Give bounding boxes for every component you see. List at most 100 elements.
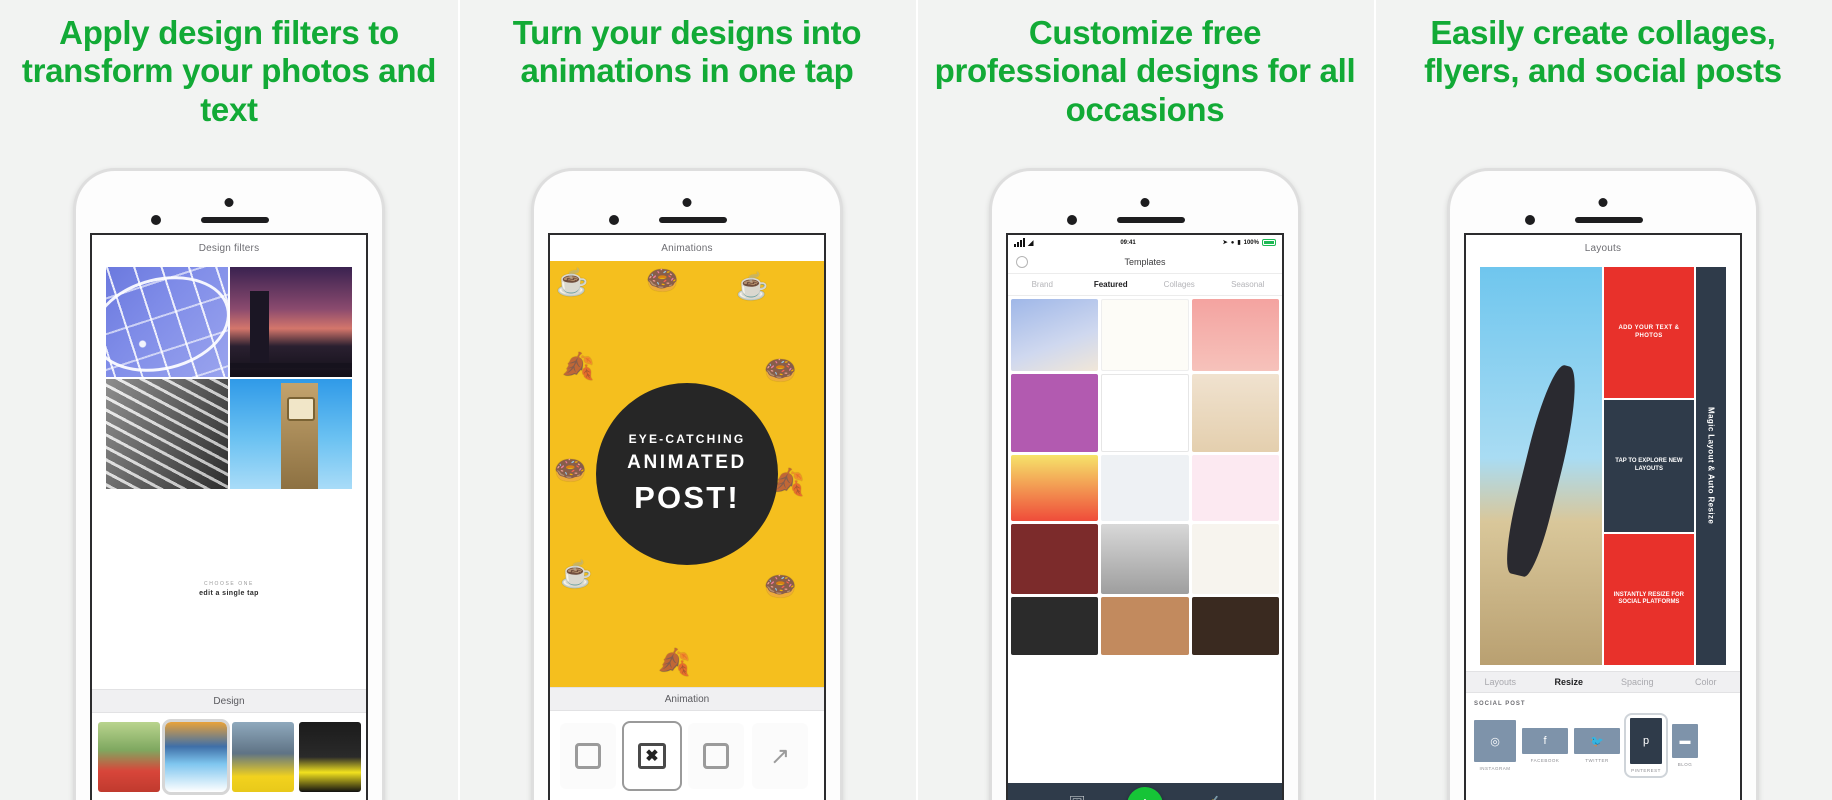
volume-down-button[interactable]	[1447, 423, 1448, 467]
template-card[interactable]	[1191, 524, 1279, 594]
wifi-icon: ◢	[1028, 239, 1034, 247]
leaf-doodle-icon: 🍂	[658, 647, 691, 677]
tabbar-item-my-posts[interactable]: ✍ My Posts	[1202, 795, 1227, 800]
text-block-1[interactable]: ADD YOUR TEXT & PHOTOS	[1603, 267, 1694, 399]
volume-up-button[interactable]	[1447, 367, 1448, 411]
template-card[interactable]	[1101, 597, 1189, 655]
social-option-twitter[interactable]: 🐦 TWITTER	[1574, 728, 1620, 763]
tabbar-item-templates[interactable]: 🖼 Templates	[1063, 795, 1090, 800]
tab-seasonal[interactable]: Seasonal	[1214, 280, 1283, 289]
template-card[interactable]	[1101, 455, 1189, 521]
animation-option-rise[interactable]	[560, 723, 616, 789]
status-time: 09:41	[1120, 239, 1136, 246]
social-option-blog[interactable]: ▬ BLOG	[1672, 724, 1698, 767]
mute-switch[interactable]	[989, 321, 990, 347]
photo-london-eye[interactable]	[106, 267, 228, 377]
template-card[interactable]	[1101, 299, 1189, 371]
volume-up-button[interactable]	[531, 367, 532, 411]
filter-thumb-neon[interactable]	[299, 722, 361, 792]
animated-poster-canvas[interactable]: ☕ 🍩 ☕ 🍂 🍩 🍩 🍂 ☕ 🍩 🍂 EYE-CATCHING ANIMATE…	[550, 261, 824, 687]
proximity-sensor-icon	[1525, 215, 1535, 225]
template-card[interactable]	[1191, 374, 1279, 452]
nav-title: Design filters	[92, 235, 366, 261]
front-camera-icon	[1140, 198, 1150, 207]
template-card[interactable]	[1011, 374, 1099, 452]
proximity-sensor-icon	[151, 215, 161, 225]
nav-bar: Templates	[1008, 250, 1282, 274]
tab-collages[interactable]: Collages	[1145, 280, 1214, 289]
filter-thumb-landscape[interactable]	[162, 719, 230, 795]
phone-screen-3: ◢ 09:41 ➤ ● ▮ 100% Templates Brand Featu…	[1006, 233, 1284, 800]
social-option-facebook[interactable]: f FACEBOOK	[1522, 728, 1568, 763]
mute-switch[interactable]	[73, 321, 74, 347]
collage-caption[interactable]: CHOOSE ONE edit a single tap	[106, 489, 352, 689]
nav-title: Templates	[1124, 256, 1166, 267]
template-card[interactable]	[1011, 524, 1099, 594]
panel-design-filters: Apply design filters to transform your p…	[0, 0, 458, 800]
photo-escalator[interactable]	[106, 379, 228, 489]
layout-artboard[interactable]: ADD YOUR TEXT & PHOTOS TAP TO EXPLORE NE…	[1480, 267, 1726, 665]
tab-brand[interactable]: Brand	[1008, 280, 1077, 289]
tab-resize[interactable]: Resize	[1535, 677, 1604, 687]
square-icon	[575, 743, 601, 769]
text-block-2[interactable]: TAP TO EXPLORE NEW LAYOUTS	[1603, 400, 1694, 532]
tab-color[interactable]: Color	[1672, 677, 1741, 687]
animation-option-pop[interactable]: ↗	[752, 723, 808, 789]
gear-icon[interactable]	[1016, 255, 1028, 268]
category-tabs[interactable]: Brand Featured Collages Seasonal	[1008, 274, 1282, 296]
photo-handstand[interactable]	[1480, 267, 1602, 665]
caption-bold: edit a single tap	[199, 590, 259, 597]
photo-tower-bridge[interactable]	[230, 267, 352, 377]
filter-thumb-food[interactable]	[98, 722, 160, 792]
filter-thumbnail-strip[interactable]	[92, 713, 366, 800]
croissant-doodle-icon: 🍩	[646, 265, 679, 295]
template-card[interactable]	[1191, 597, 1279, 655]
template-card[interactable]	[1011, 299, 1099, 371]
filter-thumb-street[interactable]	[232, 722, 294, 792]
template-card[interactable]	[1191, 455, 1279, 521]
volume-up-button[interactable]	[73, 367, 74, 411]
layout-tabs[interactable]: Layouts Resize Spacing Color	[1466, 671, 1740, 693]
template-card[interactable]	[1191, 299, 1279, 371]
earpiece-speaker-icon	[201, 217, 269, 223]
croissant-doodle-icon: 🍩	[554, 455, 587, 485]
vertical-title-bar[interactable]: Magic Layout & Auto Resize	[1696, 267, 1726, 665]
mute-switch[interactable]	[531, 321, 532, 347]
photo-grid[interactable]	[106, 267, 352, 489]
templates-icon: 🖼	[1069, 795, 1086, 800]
template-card[interactable]	[1101, 374, 1189, 452]
bottom-tab-bar[interactable]: 🖼 Templates + ✍ My Posts	[1008, 783, 1282, 800]
animation-style-strip[interactable]: ✖ ↗	[550, 711, 824, 800]
tab-spacing[interactable]: Spacing	[1603, 677, 1672, 687]
social-option-instagram[interactable]: ◎ INSTAGRAM	[1474, 720, 1516, 771]
tab-featured[interactable]: Featured	[1077, 280, 1146, 289]
template-card[interactable]	[1011, 597, 1099, 655]
volume-up-button[interactable]	[989, 367, 990, 411]
status-battery-percent: 100%	[1243, 239, 1259, 246]
mute-switch[interactable]	[1447, 321, 1448, 347]
tab-layouts[interactable]: Layouts	[1466, 677, 1535, 687]
animation-option-slide[interactable]: ✖	[622, 721, 682, 791]
blog-icon: ▬	[1672, 724, 1698, 758]
earpiece-speaker-icon	[659, 217, 727, 223]
animation-option-drop-in[interactable]	[688, 723, 744, 789]
create-button[interactable]: +	[1127, 787, 1163, 800]
text-block-3[interactable]: INSTANTLY RESIZE FOR SOCIAL PLATFORMS	[1603, 533, 1694, 665]
template-card[interactable]	[1011, 455, 1099, 521]
layout-canvas[interactable]: ADD YOUR TEXT & PHOTOS TAP TO EXPLORE NE…	[1466, 261, 1740, 671]
phone-mockup-1: Design filters CHOOSE ONE edit a single …	[73, 168, 385, 800]
text-block-column[interactable]: ADD YOUR TEXT & PHOTOS TAP TO EXPLORE NE…	[1603, 267, 1694, 665]
photo-collage-canvas[interactable]: CHOOSE ONE edit a single tap	[92, 261, 366, 689]
template-card[interactable]	[1101, 524, 1189, 594]
photo-big-ben[interactable]	[230, 379, 352, 489]
my-posts-icon: ✍	[1206, 795, 1222, 800]
social-option-pinterest[interactable]: p PINTEREST	[1624, 713, 1668, 778]
social-format-row[interactable]: ◎ INSTAGRAM f FACEBOOK 🐦 TWITTER p PINTE…	[1474, 713, 1732, 778]
volume-down-button[interactable]	[531, 423, 532, 467]
template-grid[interactable]	[1008, 296, 1282, 783]
croissant-doodle-icon: 🍩	[764, 355, 797, 385]
poster-text-badge[interactable]: EYE-CATCHING ANIMATED POST!	[596, 383, 778, 565]
panel-headline: Turn your designs into animations in one…	[512, 14, 862, 90]
volume-down-button[interactable]	[989, 423, 990, 467]
volume-down-button[interactable]	[73, 423, 74, 467]
